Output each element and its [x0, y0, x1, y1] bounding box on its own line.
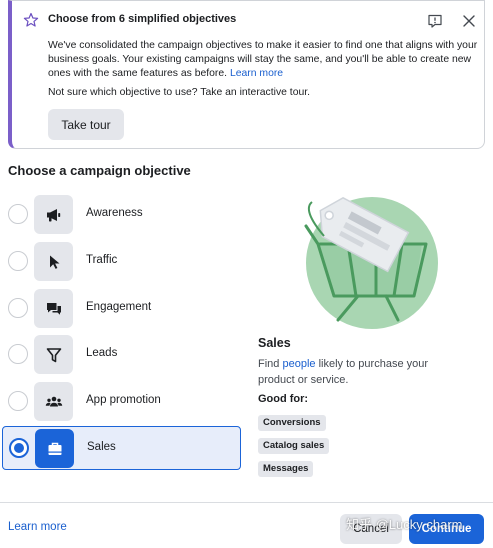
feedback-icon[interactable]	[427, 13, 443, 29]
objective-traffic[interactable]: Traffic	[2, 240, 241, 284]
people-icon	[34, 382, 73, 421]
objective-leads[interactable]: Leads	[2, 333, 241, 377]
footer-divider	[0, 502, 493, 503]
objective-engagement[interactable]: Engagement	[2, 287, 241, 331]
section-title: Choose a campaign objective	[8, 163, 191, 178]
people-link[interactable]: people	[282, 358, 315, 370]
take-tour-button[interactable]: Take tour	[48, 109, 124, 140]
objective-label: Sales	[87, 441, 116, 453]
banner-learn-more-link[interactable]: Learn more	[230, 68, 283, 79]
radio-button[interactable]	[8, 344, 28, 364]
good-for-label: Good for:	[258, 393, 309, 405]
description-text: Find	[258, 358, 283, 370]
objective-label: Leads	[86, 347, 118, 359]
objective-app-promotion[interactable]: App promotion	[2, 380, 241, 424]
radio-button[interactable]	[9, 438, 29, 458]
objectives-info-banner: Choose from 6 simplified objectives We'v…	[8, 0, 485, 149]
good-for-chip: Catalog sales	[258, 438, 330, 454]
objective-awareness[interactable]: Awareness	[2, 193, 241, 237]
briefcase-icon	[35, 429, 74, 468]
close-icon[interactable]	[461, 13, 477, 29]
radio-button[interactable]	[8, 391, 28, 411]
learn-more-link[interactable]: Learn more	[8, 521, 67, 533]
radio-button[interactable]	[8, 298, 28, 318]
banner-title: Choose from 6 simplified objectives	[48, 13, 237, 25]
banner-body: We've consolidated the campaign objectiv…	[48, 39, 478, 81]
funnel-icon	[34, 335, 73, 374]
megaphone-icon	[34, 195, 73, 234]
cancel-button[interactable]: Cancel	[340, 514, 402, 544]
radio-button[interactable]	[8, 204, 28, 224]
good-for-chip: Conversions	[258, 415, 326, 431]
radio-button[interactable]	[8, 251, 28, 271]
cursor-icon	[34, 242, 73, 281]
shopping-cart-illustration	[304, 196, 438, 329]
objective-label: Awareness	[86, 207, 143, 219]
objective-label: App promotion	[86, 394, 161, 406]
continue-button[interactable]: Continue	[409, 514, 484, 544]
objective-label: Engagement	[86, 301, 152, 313]
objective-sales[interactable]: Sales	[2, 426, 241, 470]
objective-label: Traffic	[86, 254, 118, 266]
good-for-chip: Messages	[258, 461, 314, 477]
chat-bubbles-icon	[34, 289, 73, 328]
tour-question: Not sure which objective to use? Take an…	[48, 87, 311, 98]
objective-detail-title: Sales	[258, 336, 291, 350]
objective-detail-description: Find people likely to purchase your prod…	[258, 356, 458, 388]
star-icon	[23, 12, 39, 27]
